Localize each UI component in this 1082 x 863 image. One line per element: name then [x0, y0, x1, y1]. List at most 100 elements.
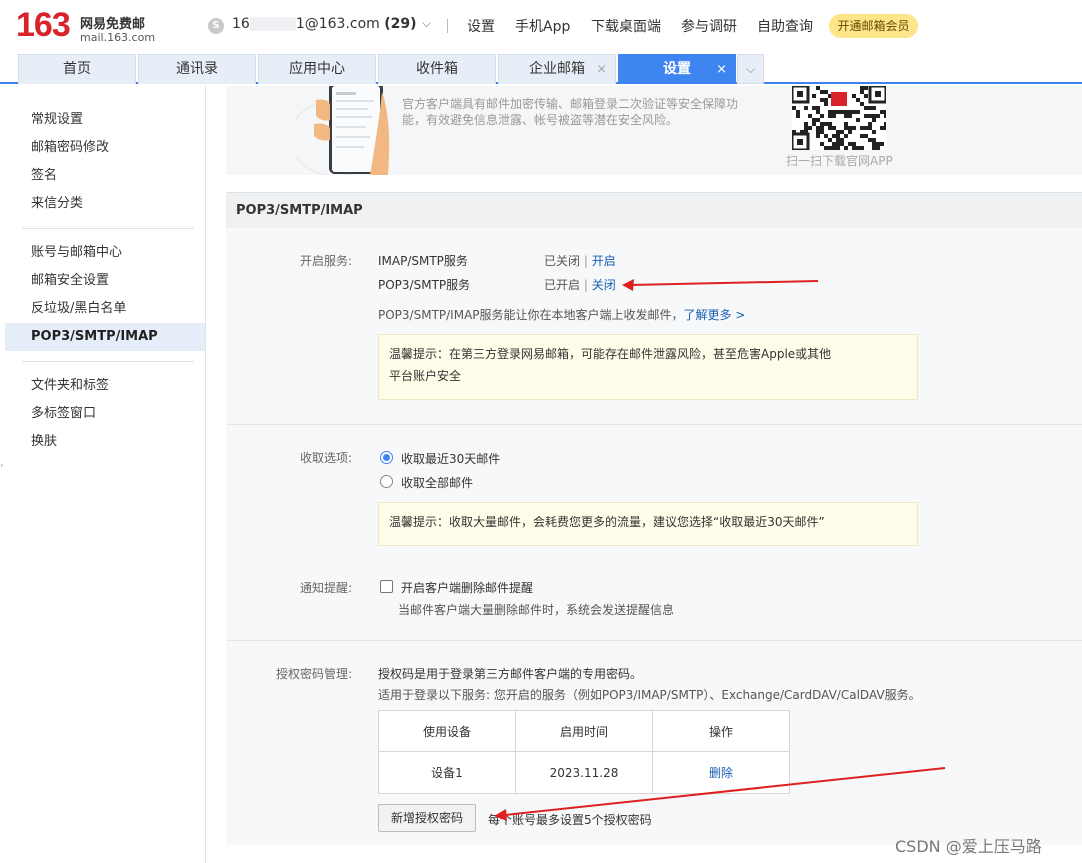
qr-module — [812, 94, 816, 98]
delete-link[interactable]: 删除 — [709, 766, 733, 780]
close-icon[interactable]: × — [596, 55, 607, 84]
qr-module — [812, 118, 816, 122]
chevron-down-icon[interactable]: ⌵ — [422, 16, 431, 31]
header-link-survey[interactable]: 参与调研 — [681, 16, 737, 36]
header-link-desktop[interactable]: 下载桌面端 — [591, 16, 661, 36]
sidebar-item-signature[interactable]: 签名 — [5, 162, 205, 190]
qr-module — [852, 142, 856, 146]
sidebar-item-antispam[interactable]: 反垃圾/黑白名单 — [5, 295, 205, 323]
qr-module — [840, 142, 844, 146]
qr-module — [796, 110, 800, 114]
qr-module — [820, 130, 824, 134]
phone-illustration-icon — [296, 86, 390, 175]
imap-service-name: IMAP/SMTP服务 — [378, 254, 468, 268]
qr-module — [868, 114, 872, 118]
settings-sidebar: 常规设置 邮箱密码修改 签名 来信分类 账号与邮箱中心 邮箱安全设置 反垃圾/黑… — [0, 86, 206, 863]
qr-module — [832, 110, 836, 114]
qr-module — [820, 122, 824, 126]
chevron-down-icon[interactable]: ⌵ — [737, 54, 764, 84]
qr-module — [864, 126, 868, 130]
qr-module — [836, 138, 840, 142]
qr-module — [884, 110, 886, 114]
sidebar-item-pop3-smtp-imap[interactable]: POP3/SMTP/IMAP — [5, 323, 205, 351]
tab-settings[interactable]: 设置 × — [618, 54, 736, 84]
user-email-prefix: 16 — [232, 16, 250, 32]
qr-module — [852, 126, 856, 130]
promo-text: 官方客户端具有邮件加密传输、邮箱登录二次验证等安全保障功能，有效避免信息泄露、帐… — [402, 97, 739, 127]
qr-module — [872, 118, 876, 122]
top-header: 163 网易免费邮 mail.163.com S 16 1@163.com (29… — [0, 0, 1082, 54]
sidebar-item-general[interactable]: 常规设置 — [5, 106, 205, 134]
close-icon[interactable]: × — [716, 55, 727, 84]
tab-home[interactable]: 首页 — [18, 54, 136, 84]
radio-all-mail[interactable] — [380, 475, 393, 488]
qr-module — [812, 106, 816, 110]
qr-module — [792, 106, 796, 110]
qr-module — [884, 122, 886, 126]
header-link-settings[interactable]: 设置 — [467, 16, 495, 36]
tip-line: 温馨提示：收取大量邮件，会耗费您更多的流量，建议您选择“收取最近30天邮件” — [389, 515, 825, 529]
logo-text: 网易免费邮 — [80, 17, 146, 32]
qr-module — [880, 126, 884, 130]
qr-module — [872, 138, 876, 142]
sidebar-item-folders-tags[interactable]: 文件夹和标签 — [5, 372, 205, 400]
notify-description: 当邮件客户端大量删除邮件时，系统会发送提醒信息 — [398, 603, 675, 617]
qr-module — [852, 110, 856, 114]
qr-module — [848, 130, 852, 134]
qr-module — [832, 114, 836, 118]
qr-module — [844, 126, 848, 130]
qr-module — [816, 110, 820, 114]
qr-module — [796, 114, 800, 118]
radio-recent-30-days[interactable] — [380, 451, 393, 464]
status-text: 已关闭 — [544, 254, 581, 268]
user-account[interactable]: 16 1@163.com (29) — [232, 16, 417, 32]
vip-button[interactable]: 开通邮箱会员 — [829, 14, 918, 38]
watermark: CSDN @爱上压马路 — [895, 837, 1042, 856]
qr-module — [868, 126, 872, 130]
qr-module — [820, 98, 824, 102]
sidebar-item-skin[interactable]: 换肤 — [5, 428, 205, 456]
qr-module — [864, 106, 868, 110]
sidebar-item-multi-tab[interactable]: 多标签窗口 — [5, 400, 205, 428]
qr-module — [816, 86, 820, 90]
qr-module — [828, 122, 832, 126]
masked-region — [249, 17, 296, 31]
qr-module — [876, 146, 880, 150]
sidebar-divider — [22, 361, 194, 362]
notify-label: 通知提醒: — [299, 581, 352, 595]
qr-module — [880, 110, 884, 114]
imap-enable-link[interactable]: 开启 — [592, 254, 616, 268]
pop3-disable-link[interactable]: 关闭 — [592, 278, 616, 292]
qr-code-icon[interactable] — [792, 86, 886, 150]
sidebar-item-security[interactable]: 邮箱安全设置 — [5, 267, 205, 295]
qr-module — [884, 126, 886, 130]
header-link-mobile-app[interactable]: 手机App — [515, 16, 570, 36]
tab-contacts[interactable]: 通讯录 — [138, 54, 256, 84]
qr-module — [804, 126, 808, 130]
logo-number[interactable]: 163 — [16, 6, 71, 45]
tab-bar: 首页 通讯录 应用中心 收件箱 企业邮箱 × 设置 × ⌵ — [0, 54, 1082, 84]
delete-alert-checkbox[interactable] — [380, 580, 393, 593]
qr-module — [868, 122, 872, 126]
row-divider — [226, 640, 1082, 641]
tab-enterprise-mail[interactable]: 企业邮箱 × — [498, 54, 616, 84]
sidebar-item-password[interactable]: 邮箱密码修改 — [5, 134, 205, 162]
qr-module — [824, 102, 828, 106]
warning-tip: 温馨提示：在第三方登录网易邮箱，可能存在邮件泄露风险，甚至危害Apple或其他 … — [378, 334, 918, 400]
qr-module — [828, 114, 832, 118]
qr-module — [856, 98, 860, 102]
learn-more-link[interactable]: 了解更多 > — [684, 308, 746, 322]
add-auth-code-button[interactable]: 新增授权密码 — [378, 804, 476, 832]
header-link-self-service[interactable]: 自助查询 — [757, 16, 813, 36]
auth-scope: 适用于登录以下服务: 您开启的服务（例如POP3/IMAP/SMTP）、Exch… — [378, 688, 921, 702]
tab-app-center[interactable]: 应用中心 — [258, 54, 376, 84]
tab-inbox[interactable]: 收件箱 — [378, 54, 496, 84]
auth-code-table: 使用设备 启用时间 操作 设备1 2023.11.28 删除 — [378, 710, 790, 794]
imap-service-status: 已关闭 | 开启 — [544, 252, 616, 269]
qr-module — [804, 122, 808, 126]
sidebar-item-account-center[interactable]: 账号与邮箱中心 — [5, 239, 205, 267]
qr-module — [872, 106, 876, 110]
sidebar-item-mail-filter[interactable]: 来信分类 — [5, 190, 205, 218]
divider: | — [583, 254, 588, 268]
collapse-arrow-icon[interactable]: › — [0, 461, 4, 471]
